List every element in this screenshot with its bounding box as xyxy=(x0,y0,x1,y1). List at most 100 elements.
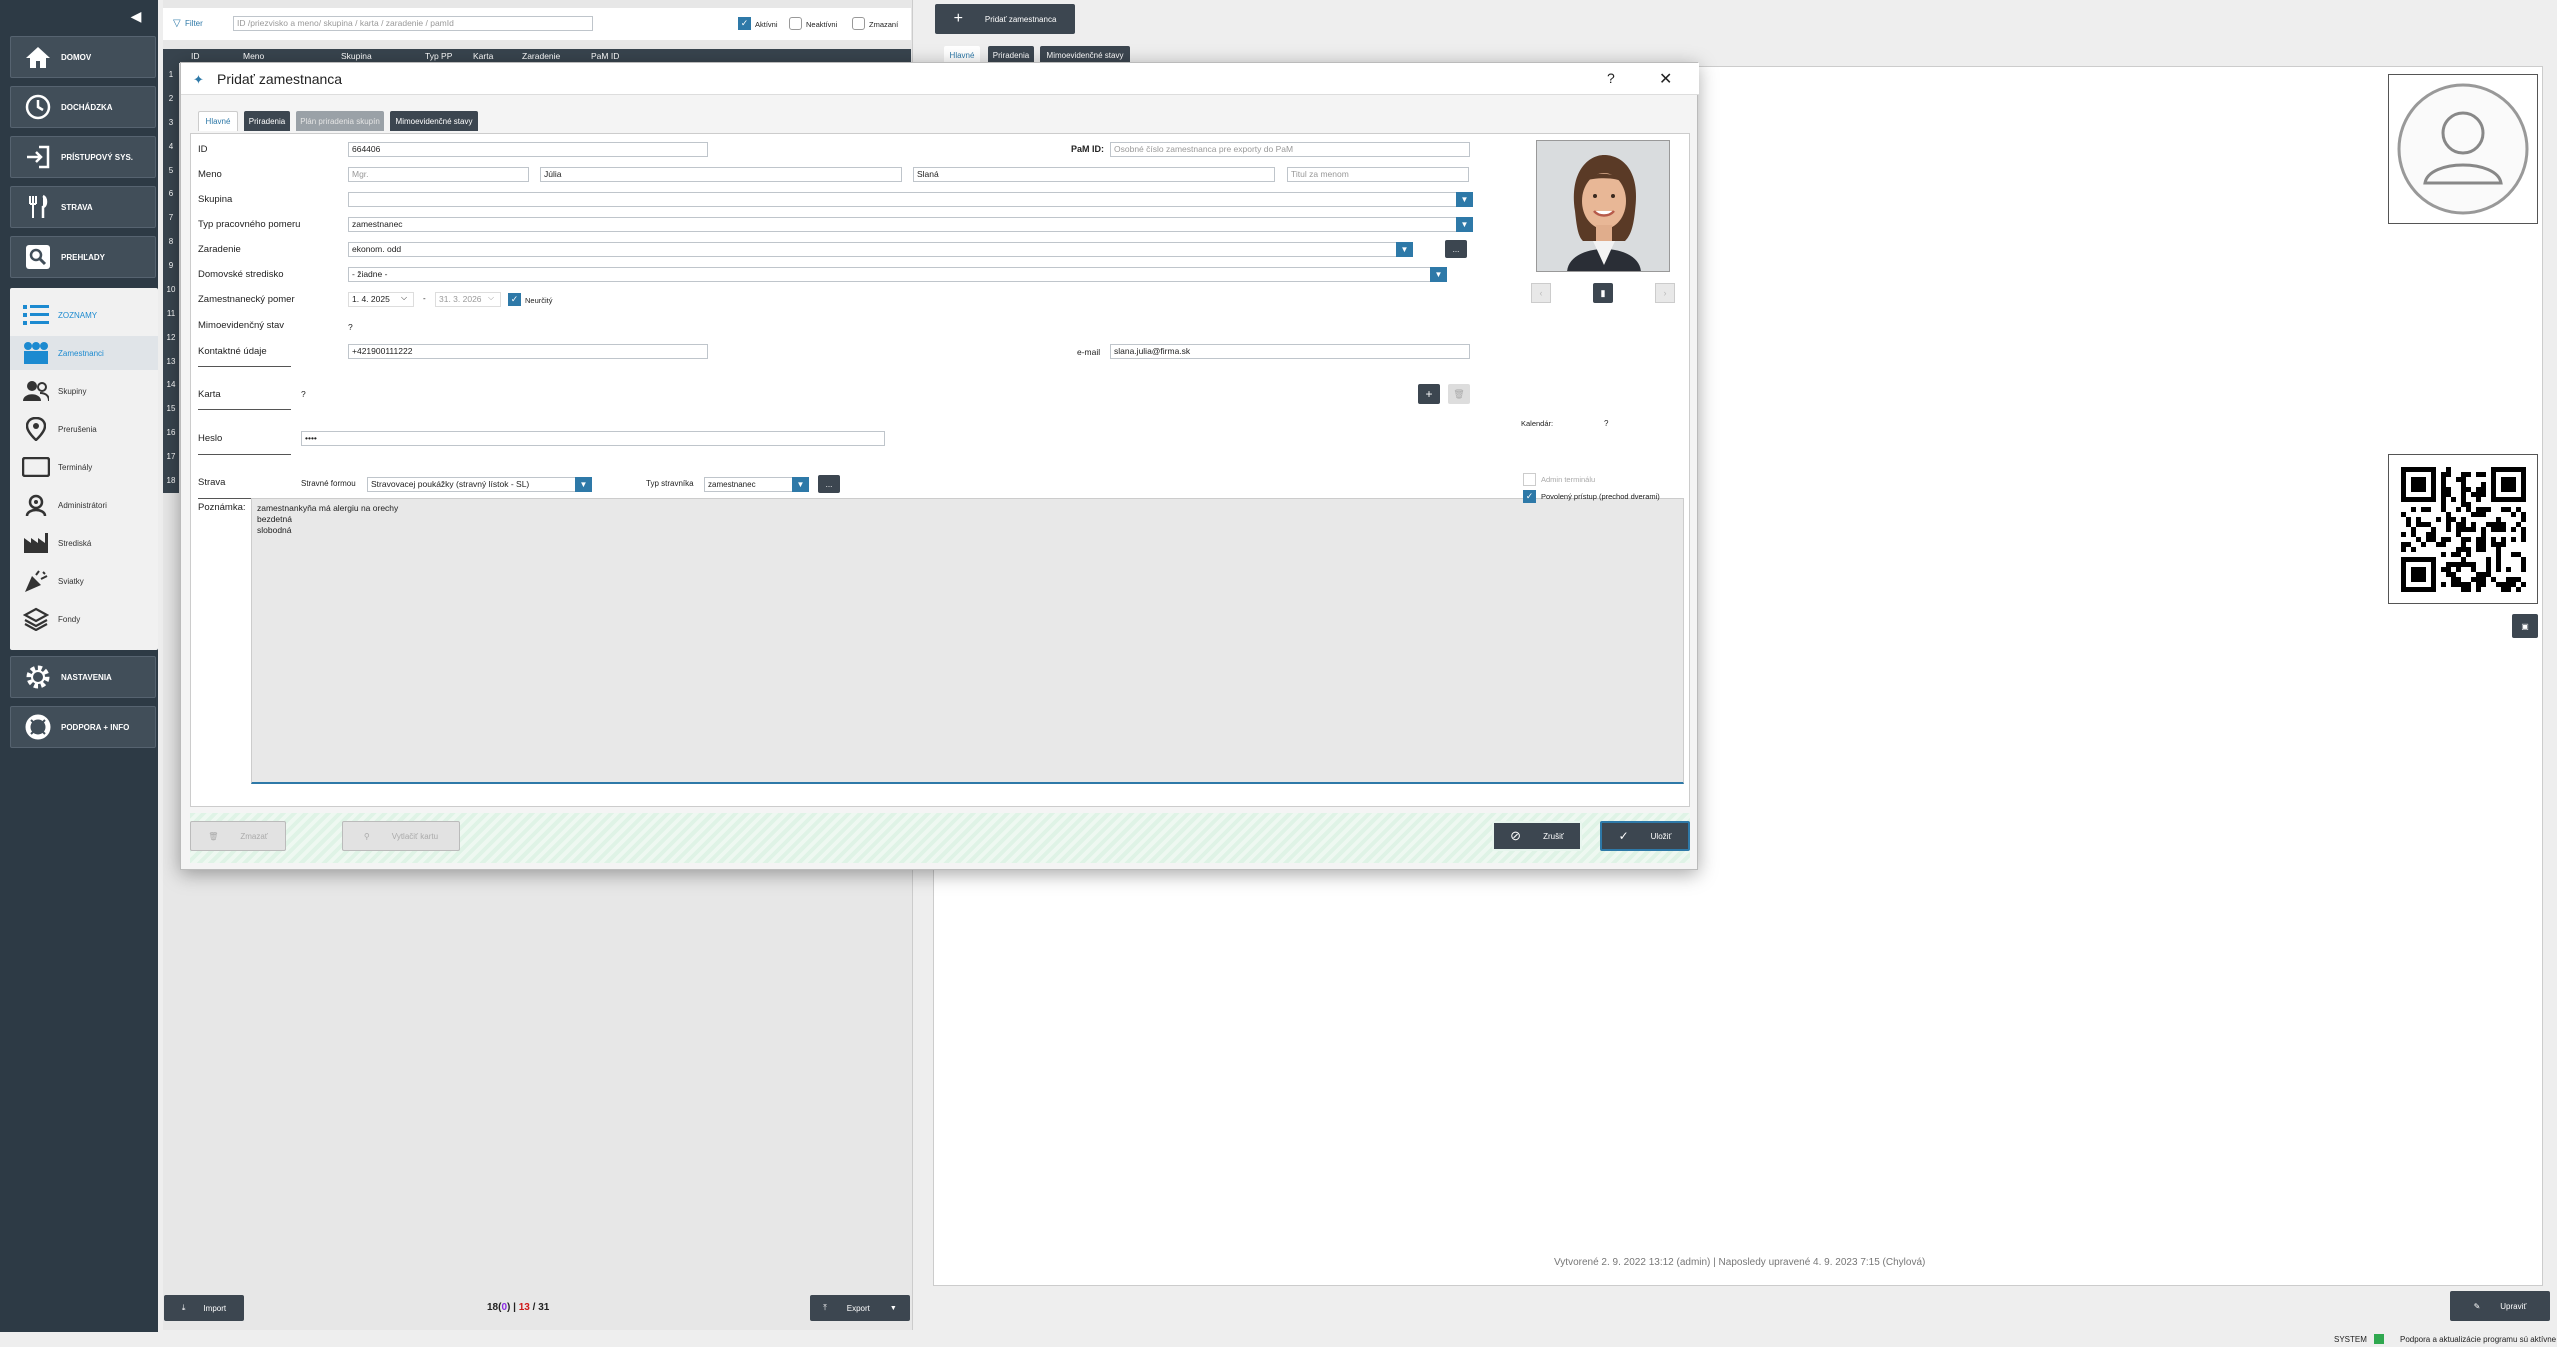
nav-administrators[interactable]: Administrátori xyxy=(10,488,158,522)
divider xyxy=(198,366,291,367)
col-name[interactable]: Meno xyxy=(243,51,264,61)
admin-terminal-label: Admin terminálu xyxy=(1541,475,1596,484)
admin-terminal-checkbox[interactable] xyxy=(1523,473,1536,486)
portrait-image xyxy=(1537,141,1669,271)
add-employee-dialog: ✦ Pridať zamestnanca ? ✕ Hlavné Priraden… xyxy=(180,62,1699,870)
home-center-dropdown-icon[interactable]: ▼ xyxy=(1430,267,1447,282)
export-button[interactable]: ⤒ Export ▼ xyxy=(810,1295,910,1321)
nav-support-label: PODPORA + INFO xyxy=(61,722,130,732)
indefinite-checkbox[interactable]: ✓ xyxy=(508,293,521,306)
close-button[interactable]: ✕ xyxy=(1659,69,1672,89)
tab-assignments[interactable]: Priradenia xyxy=(244,111,290,131)
list-icon xyxy=(22,301,50,329)
email-input[interactable]: slana.julia@firma.sk xyxy=(1110,344,1470,359)
title-after-input[interactable]: Titul za menom xyxy=(1287,167,1469,182)
nav-attendance[interactable]: DOCHÁDZKA xyxy=(10,86,156,128)
export-label: Export xyxy=(846,1303,870,1313)
save-icon: ▣ xyxy=(2521,621,2529,631)
photo-next-icon[interactable]: › xyxy=(1655,283,1675,303)
nav-access[interactable]: PRÍSTUPOVÝ SYS. xyxy=(10,136,156,178)
cancel-button[interactable]: ⊘ Zrušiť xyxy=(1492,821,1582,851)
chevron-down-icon[interactable]: ▼ xyxy=(890,1305,897,1312)
photo-prev-icon[interactable]: ‹ xyxy=(1531,283,1551,303)
pam-id-input[interactable]: Osobné číslo zamestnanca pre exporty do … xyxy=(1110,142,1470,157)
col-pam[interactable]: PaM ID xyxy=(591,51,619,61)
row-number: 4 xyxy=(168,141,174,151)
nav-interruptions[interactable]: Prerušenia xyxy=(10,412,158,446)
date-from-chevron-icon[interactable]: ⌵ xyxy=(401,293,407,303)
food-form-select[interactable]: Stravovacej poukážky (stravný lístok - S… xyxy=(367,477,577,492)
delete-card-button[interactable]: 🗑 xyxy=(1448,384,1470,404)
add-employee-button[interactable]: + Pridať zamestnanca xyxy=(935,4,1075,34)
last-name-input[interactable]: Slaná xyxy=(913,167,1275,182)
edit-button[interactable]: ✎ Upraviť xyxy=(2450,1291,2550,1321)
active-checkbox[interactable]: ✓ xyxy=(738,17,751,30)
nav-overview[interactable]: PREHĽADY xyxy=(10,236,156,278)
nav-food[interactable]: STRAVA xyxy=(10,186,156,228)
eater-type-select[interactable]: zamestnanec xyxy=(704,477,794,492)
nav-attendance-label: DOCHÁDZKA xyxy=(61,102,113,112)
eater-more-button[interactable]: ... xyxy=(818,475,840,493)
eater-type-dropdown-icon[interactable]: ▼ xyxy=(792,477,809,492)
phone-input[interactable]: +421900111222 xyxy=(348,344,708,359)
nav-settings[interactable]: NASTAVENIA xyxy=(10,656,156,698)
nav-terminals[interactable]: Terminály xyxy=(10,450,158,484)
nav-centers[interactable]: Strediská xyxy=(10,526,158,560)
contact-label: Kontaktné údaje xyxy=(198,346,267,357)
filter-input[interactable]: ID /priezvisko a meno/ skupina / karta /… xyxy=(233,16,593,31)
col-contract[interactable]: Typ PP xyxy=(425,51,452,61)
password-input[interactable]: •••• xyxy=(301,431,885,446)
home-center-select[interactable]: - žiadne - xyxy=(348,267,1431,282)
note-textarea[interactable]: zamestnankyňa má alergiu na orechy bezde… xyxy=(251,498,1684,784)
calendar-value: ? xyxy=(1604,419,1609,428)
contract-dropdown-icon[interactable]: ▼ xyxy=(1456,217,1473,232)
first-name-input[interactable]: Júlia xyxy=(540,167,902,182)
row-number: 13 xyxy=(166,356,176,366)
nav-funds[interactable]: Fondy xyxy=(10,602,158,636)
special-state-value: ? xyxy=(348,322,353,332)
col-card[interactable]: Karta xyxy=(473,51,493,61)
col-id[interactable]: ID xyxy=(191,51,200,61)
note-line: bezdetná xyxy=(257,514,292,524)
tab-states[interactable]: Mimoevidenčné stavy xyxy=(390,111,478,131)
nav-groups[interactable]: Skupiny xyxy=(10,374,158,408)
collapse-sidebar-icon[interactable]: ◀ xyxy=(128,8,144,26)
nav-lists[interactable]: ZOZNAMY xyxy=(10,298,158,332)
food-form-dropdown-icon[interactable]: ▼ xyxy=(575,477,592,492)
deleted-checkbox[interactable] xyxy=(852,17,865,30)
photo-delete-button[interactable]: ▮ xyxy=(1593,283,1613,303)
nav-employees[interactable]: Zamestnanci xyxy=(10,336,158,370)
save-qr-button[interactable]: ▣ xyxy=(2512,614,2538,638)
row-number: 18 xyxy=(166,475,176,485)
position-dropdown-icon[interactable]: ▼ xyxy=(1396,242,1413,257)
allowed-access-checkbox[interactable]: ✓ xyxy=(1523,490,1536,503)
col-group[interactable]: Skupina xyxy=(341,51,372,61)
save-button[interactable]: ✓ Uložiť xyxy=(1600,821,1690,851)
party-icon xyxy=(22,567,50,595)
group-dropdown-icon[interactable]: ▼ xyxy=(1456,192,1473,207)
nav-home[interactable]: DOMOV xyxy=(10,36,156,78)
date-to-chevron-icon[interactable]: ⌵ xyxy=(488,293,494,303)
note-label: Poznámka: xyxy=(198,502,246,513)
nav-support[interactable]: PODPORA + INFO xyxy=(10,706,156,748)
position-more-button[interactable]: ... xyxy=(1445,240,1467,258)
delete-button[interactable]: 🗑 Zmazať xyxy=(190,821,286,851)
contract-type-select[interactable]: zamestnanec xyxy=(348,217,1457,232)
trash-icon: ▮ xyxy=(1600,287,1606,298)
nav-holidays[interactable]: Sviatky xyxy=(10,564,158,598)
tab-main[interactable]: Hlavné xyxy=(198,111,238,131)
trash-icon: 🗑 xyxy=(1453,389,1465,399)
group-select[interactable] xyxy=(348,192,1457,207)
add-card-button[interactable]: + xyxy=(1418,384,1440,404)
email-label: e-mail xyxy=(1077,347,1101,357)
tab-group-plan[interactable]: Plán priradenia skupín xyxy=(296,111,384,131)
title-before-input[interactable]: Mgr. xyxy=(348,167,529,182)
print-card-button[interactable]: ⚲ Vytlačiť kartu xyxy=(342,821,460,851)
inactive-checkbox[interactable] xyxy=(789,17,802,30)
position-select[interactable]: ekonom. odd xyxy=(348,242,1397,257)
col-position[interactable]: Zaradenie xyxy=(522,51,560,61)
help-button[interactable]: ? xyxy=(1607,70,1615,86)
terminal-icon xyxy=(22,453,50,481)
id-input[interactable]: 664406 xyxy=(348,142,708,157)
import-button[interactable]: ⤓ Import xyxy=(164,1295,244,1321)
